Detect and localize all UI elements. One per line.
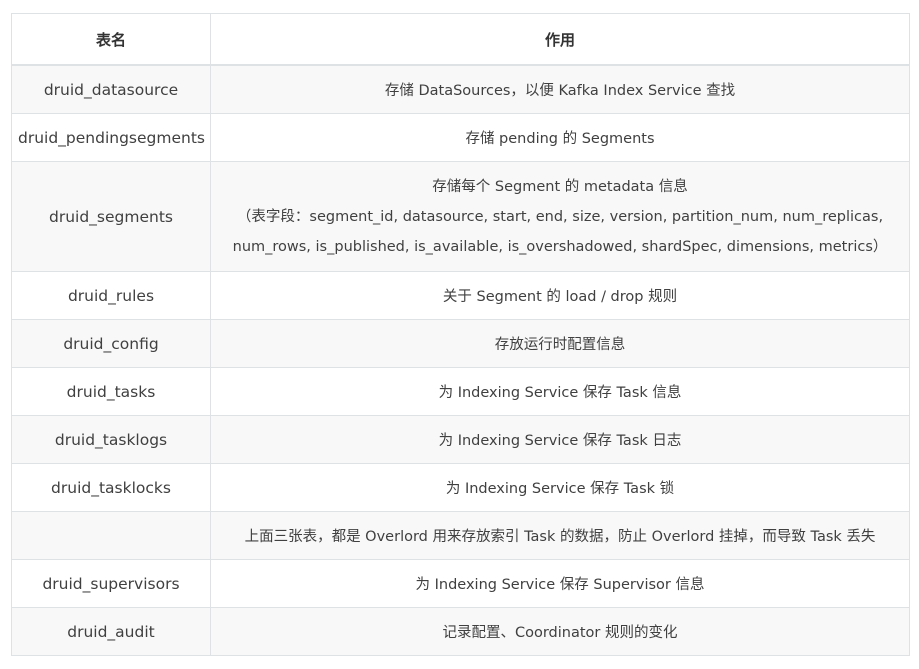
table-name-cell: druid_supervisors	[11, 559, 211, 608]
table-name-cell: druid_config	[11, 319, 211, 368]
table-row: druid_pendingsegments 存储 pending 的 Segme…	[11, 113, 910, 162]
purpose-cell: 存储 DataSources，以便 Kafka Index Service 查找	[210, 64, 910, 114]
purpose-cell: 记录配置、Coordinator 规则的变化	[210, 607, 910, 656]
table-name-cell: druid_segments	[11, 161, 211, 272]
table-name-cell: druid_tasklocks	[11, 463, 211, 512]
table-name-cell	[11, 511, 211, 560]
table-row: druid_rules 关于 Segment 的 load / drop 规则	[11, 271, 910, 320]
metadata-tables-table-container: 表名 作用 druid_datasource 存储 DataSources，以便…	[11, 13, 910, 656]
table-header-row: 表名 作用	[11, 13, 910, 66]
table-row: druid_datasource 存储 DataSources，以便 Kafka…	[11, 64, 910, 114]
table-row: druid_audit 记录配置、Coordinator 规则的变化	[11, 607, 910, 656]
table-name-cell: druid_pendingsegments	[11, 113, 211, 162]
purpose-cell: 为 Indexing Service 保存 Task 日志	[210, 415, 910, 464]
table-name-cell: druid_tasklogs	[11, 415, 211, 464]
purpose-line: 存储每个 Segment 的 metadata 信息	[432, 178, 688, 195]
table-row: druid_supervisors 为 Indexing Service 保存 …	[11, 559, 910, 608]
purpose-line: num_rows, is_published, is_available, is…	[232, 238, 888, 255]
table-row: druid_tasks 为 Indexing Service 保存 Task 信…	[11, 367, 910, 416]
header-purpose: 作用	[210, 13, 910, 66]
table-name-cell: druid_tasks	[11, 367, 211, 416]
table-row: druid_segments 存储每个 Segment 的 metadata 信…	[11, 161, 910, 272]
purpose-cell: 存储每个 Segment 的 metadata 信息 （表字段：segment_…	[210, 161, 910, 272]
table-row: 上面三张表，都是 Overlord 用来存放索引 Task 的数据，防止 Ove…	[11, 511, 910, 560]
table-name-cell: druid_audit	[11, 607, 211, 656]
table-row: druid_config 存放运行时配置信息	[11, 319, 910, 368]
purpose-cell: 关于 Segment 的 load / drop 规则	[210, 271, 910, 320]
purpose-cell: 存放运行时配置信息	[210, 319, 910, 368]
table-row: druid_tasklocks 为 Indexing Service 保存 Ta…	[11, 463, 910, 512]
purpose-cell: 上面三张表，都是 Overlord 用来存放索引 Task 的数据，防止 Ove…	[210, 511, 910, 560]
purpose-line: （表字段：segment_id, datasource, start, end,…	[236, 208, 884, 225]
purpose-cell: 存储 pending 的 Segments	[210, 113, 910, 162]
table-row: druid_tasklogs 为 Indexing Service 保存 Tas…	[11, 415, 910, 464]
metadata-tables-table: 表名 作用 druid_datasource 存储 DataSources，以便…	[11, 13, 910, 656]
purpose-cell: 为 Indexing Service 保存 Task 锁	[210, 463, 910, 512]
purpose-cell: 为 Indexing Service 保存 Task 信息	[210, 367, 910, 416]
purpose-cell: 为 Indexing Service 保存 Supervisor 信息	[210, 559, 910, 608]
table-name-cell: druid_rules	[11, 271, 211, 320]
table-name-cell: druid_datasource	[11, 64, 211, 114]
header-table-name: 表名	[11, 13, 211, 66]
